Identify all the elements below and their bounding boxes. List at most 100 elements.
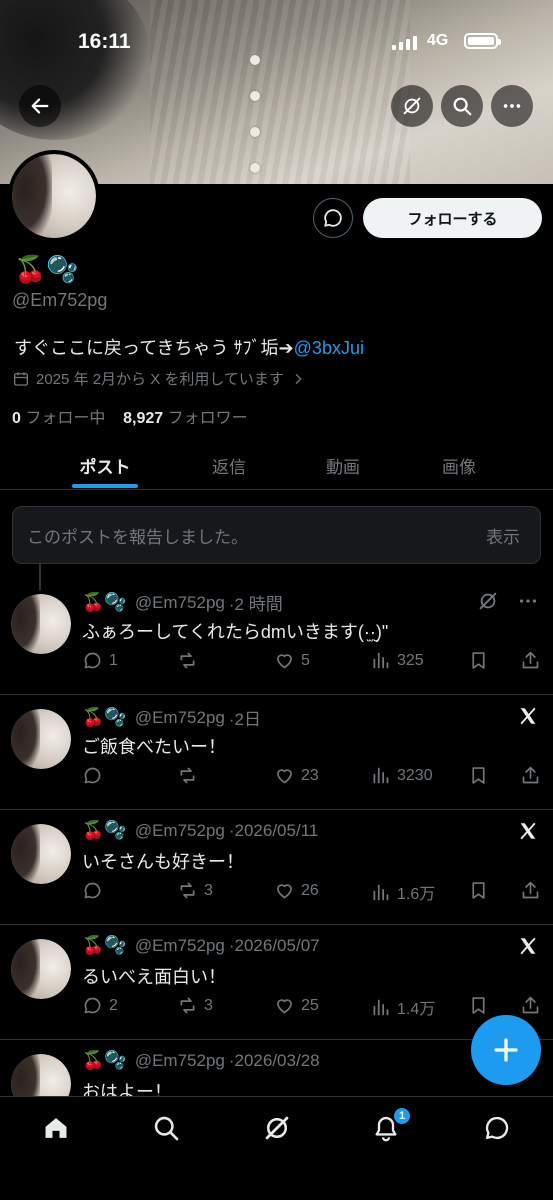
follow-button[interactable]: フォローする — [363, 198, 542, 238]
share-icon — [522, 881, 539, 899]
post-author-handle[interactable]: @Em752pg — [135, 708, 225, 728]
post[interactable]: 🍒🫧 @Em752pg ·2日 ご飯食べたいー！ 23 3230 — [0, 695, 553, 810]
tab-posts[interactable]: ポスト — [50, 440, 160, 490]
post-avatar[interactable] — [11, 709, 71, 769]
repost-button[interactable] — [177, 650, 204, 671]
post-author-name[interactable]: 🍒🫧 — [82, 935, 127, 956]
reply-icon — [84, 767, 101, 784]
repost-button[interactable] — [177, 765, 204, 786]
display-name: 🍒🫧 — [14, 254, 79, 284]
heart-icon — [277, 884, 292, 899]
share-icon — [522, 996, 539, 1014]
following-count[interactable]: 0 — [12, 410, 21, 427]
bio-mention-link[interactable]: @3bxJui — [294, 338, 364, 358]
search-button[interactable] — [441, 85, 483, 127]
reply-count: 1 — [109, 651, 118, 669]
views-button[interactable]: 1.4万 — [370, 995, 435, 1019]
post-header: 🍒🫧 @Em752pg ·2 時間 — [82, 590, 283, 615]
post-author-handle[interactable]: @Em752pg — [135, 821, 225, 841]
post[interactable]: 🍒🫧 @Em752pg ·2026/05/11 いそさんも好きー！ 3 26 1… — [0, 810, 553, 925]
x-logo-icon — [520, 822, 536, 840]
profile-avatar[interactable] — [8, 150, 100, 242]
post-author-handle[interactable]: @Em752pg — [135, 936, 225, 956]
bookmark-button[interactable] — [468, 650, 489, 671]
followers-label[interactable]: フォロワー — [168, 410, 248, 427]
post-corner — [517, 820, 539, 842]
home-icon — [45, 1118, 67, 1138]
post-author-name[interactable]: 🍒🫧 — [82, 707, 127, 728]
share-button[interactable] — [520, 650, 541, 671]
views-button[interactable]: 3230 — [370, 765, 433, 786]
post-text: ご飯食べたいー！ — [82, 737, 226, 757]
share-button[interactable] — [520, 995, 541, 1016]
followers-count[interactable]: 8,927 — [123, 410, 163, 427]
calendar-icon — [13, 371, 29, 386]
repost-button[interactable]: 3 — [177, 880, 213, 901]
post-author-name[interactable]: 🍒🫧 — [82, 820, 127, 841]
bio-text: すぐここに戻ってきちゃう ｻﾌﾞ垢➔ — [14, 338, 294, 358]
more-button[interactable] — [491, 85, 533, 127]
post-avatar[interactable] — [11, 939, 71, 999]
post[interactable]: 🍒🫧 @Em752pg ·2026/05/07 るいべえ面白い！ 2 3 25 … — [0, 925, 553, 1040]
like-button[interactable]: 26 — [274, 880, 319, 901]
views-button[interactable]: 1.6万 — [370, 880, 435, 904]
tab-videos[interactable]: 動画 — [288, 440, 398, 490]
bookmark-button[interactable] — [468, 995, 489, 1016]
post-text: ふぁろーしてくれたらdmいきます(·̫·̮)" — [82, 622, 389, 642]
following-label[interactable]: フォロー中 — [25, 410, 105, 427]
plus-icon — [494, 1038, 518, 1062]
signal-icon — [392, 36, 417, 50]
like-button[interactable]: 5 — [274, 650, 310, 671]
post-header: 🍒🫧 @Em752pg ·2日 — [82, 705, 261, 730]
post-time: ·2 時間 — [228, 595, 283, 614]
battery-icon — [464, 33, 501, 49]
show-reported-button[interactable]: 表示 — [486, 523, 520, 548]
post-avatar[interactable] — [11, 824, 71, 884]
bookmark-button[interactable] — [468, 880, 489, 901]
post-author-name[interactable]: 🍒🫧 — [82, 592, 127, 613]
like-button[interactable]: 25 — [274, 995, 319, 1016]
reply-button[interactable]: 2 — [82, 995, 118, 1016]
nav-messages[interactable] — [477, 1111, 517, 1145]
nav-grok[interactable] — [257, 1111, 297, 1145]
status-bar: 16:11 4G — [0, 0, 553, 84]
like-count: 23 — [301, 766, 319, 784]
reply-button[interactable] — [82, 765, 109, 786]
views-button[interactable]: 325 — [370, 650, 424, 671]
like-count: 26 — [301, 881, 319, 899]
post[interactable]: 🍒🫧 @Em752pg ·2 時間 ふぁろーしてくれたらdmいきます(·̫·̮)… — [0, 580, 553, 695]
reply-button[interactable]: 1 — [82, 650, 118, 671]
repost-icon — [180, 997, 195, 1014]
share-button[interactable] — [520, 880, 541, 901]
grok-button[interactable] — [391, 85, 433, 127]
nav-search[interactable] — [146, 1111, 186, 1145]
like-button[interactable]: 23 — [274, 765, 319, 786]
like-count: 5 — [301, 651, 310, 669]
back-button[interactable] — [19, 85, 61, 127]
post-corner — [477, 590, 539, 612]
bookmark-button[interactable] — [468, 765, 489, 786]
joined-text: 2025 年 2月から X を利用しています — [36, 371, 284, 388]
reply-icon — [84, 882, 101, 899]
more-dots-icon[interactable] — [517, 590, 539, 612]
nav-home[interactable] — [36, 1111, 76, 1145]
repost-button[interactable]: 3 — [177, 995, 213, 1016]
post-author-handle[interactable]: @Em752pg — [135, 593, 225, 613]
post-author-name[interactable]: 🍒🫧 — [82, 1050, 127, 1071]
grok-icon[interactable] — [477, 590, 499, 612]
joined-date[interactable]: 2025 年 2月から X を利用しています — [12, 368, 306, 389]
tab-replies[interactable]: 返信 — [174, 440, 284, 490]
message-button[interactable] — [313, 198, 353, 238]
post-author-handle[interactable]: @Em752pg — [135, 1051, 225, 1071]
tab-images[interactable]: 画像 — [404, 440, 514, 490]
bookmark-icon — [472, 997, 485, 1014]
repost-count: 3 — [204, 996, 213, 1014]
reply-button[interactable] — [82, 880, 109, 901]
share-button[interactable] — [520, 765, 541, 786]
post-avatar[interactable] — [11, 594, 71, 654]
post-time: ·2026/05/11 — [228, 820, 319, 840]
reported-post-notice: このポストを報告しました。 表示 — [12, 506, 541, 564]
share-icon — [522, 651, 539, 669]
compose-post-button[interactable] — [471, 1015, 541, 1085]
post-text: いそさんも好きー！ — [82, 852, 244, 872]
